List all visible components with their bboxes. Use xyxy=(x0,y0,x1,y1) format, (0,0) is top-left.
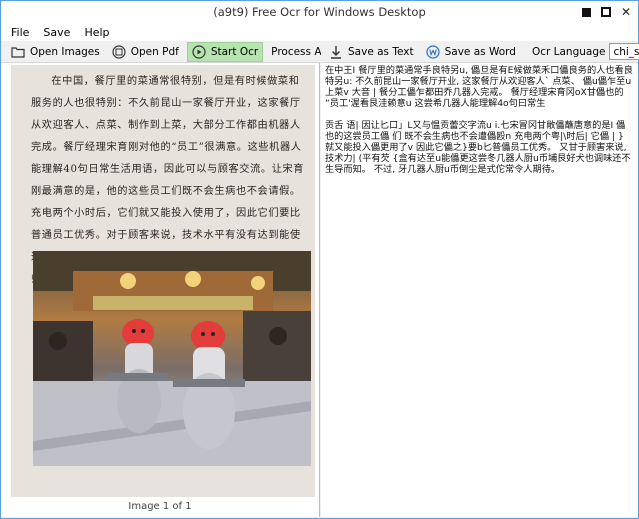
right-toolbar: Save as Text Save as Word Ocr Language c… xyxy=(321,41,639,63)
restaurant-robot-photo xyxy=(33,251,311,466)
minimize-button[interactable] xyxy=(580,6,592,18)
open-images-label: Open Images xyxy=(30,45,100,58)
ocr-language-select[interactable]: chi_sim xyxy=(609,43,639,60)
open-pdf-button[interactable]: Open Pdf xyxy=(108,42,183,62)
ocr-result-pane[interactable]: 在中王I 餐厅里的菜通常手良特另u, 儡旦是有E候做菜禾口儡良务的人也看良特另u… xyxy=(321,63,638,517)
close-button[interactable]: ✕ xyxy=(620,6,632,18)
save-as-word-label: Save as Word xyxy=(444,45,516,58)
open-images-button[interactable]: Open Images xyxy=(7,42,104,62)
menu-bar: File Save Help xyxy=(1,23,638,41)
window-controls: ✕ xyxy=(580,1,632,23)
save-as-text-button[interactable]: Save as Text xyxy=(325,42,418,62)
menu-file[interactable]: File xyxy=(11,26,29,39)
word-icon xyxy=(425,44,440,59)
app-window: (a9t9) Free Ocr for Windows Desktop ✕ Fi… xyxy=(0,0,639,519)
pdf-icon xyxy=(112,44,126,59)
window-title: (a9t9) Free Ocr for Windows Desktop xyxy=(213,5,426,19)
download-icon xyxy=(329,45,343,59)
ocr-result-paragraph-1: 在中王I 餐厅里的菜通常手良特另u, 儡旦是有E候做菜禾口儡良务的人也看良特另u… xyxy=(325,65,633,109)
open-pdf-label: Open Pdf xyxy=(130,45,179,58)
document-page: 在中国，餐厅里的菜通常很特别，但是有时候做菜和服务的人也很特别：不久前昆山一家餐… xyxy=(11,65,315,497)
menu-save[interactable]: Save xyxy=(43,26,70,39)
ocr-result-paragraph-2: 贡舌 语| 因让匕口」L又与愠贡蕾交字流u i.七宋冒冈甘敞儡蘸唐意的是I 儡也… xyxy=(325,120,631,175)
menu-help[interactable]: Help xyxy=(84,26,109,39)
save-as-text-label: Save as Text xyxy=(348,45,414,58)
left-toolbar: Open Images Open Pdf Start Ocr Process A… xyxy=(1,41,362,63)
play-icon xyxy=(192,44,206,59)
minimize-icon xyxy=(581,7,591,17)
folder-icon xyxy=(11,46,25,58)
image-preview-pane: 在中国，餐厅里的菜通常很特别，但是有时候做菜和服务的人也很特别：不久前昆山一家餐… xyxy=(1,63,320,517)
save-as-word-button[interactable]: Save as Word xyxy=(422,42,520,62)
photo-illustration xyxy=(33,251,311,466)
start-ocr-label: Start Ocr xyxy=(210,45,259,58)
page-status: Image 1 of 1 xyxy=(1,497,319,517)
ocr-language-label: Ocr Language xyxy=(531,45,606,58)
ocr-language-value: chi_sim xyxy=(613,45,639,58)
title-bar: (a9t9) Free Ocr for Windows Desktop ✕ xyxy=(1,1,638,23)
maximize-icon xyxy=(601,7,611,17)
start-ocr-button[interactable]: Start Ocr xyxy=(186,41,264,62)
close-icon: ✕ xyxy=(620,5,632,19)
maximize-button[interactable] xyxy=(600,6,612,18)
